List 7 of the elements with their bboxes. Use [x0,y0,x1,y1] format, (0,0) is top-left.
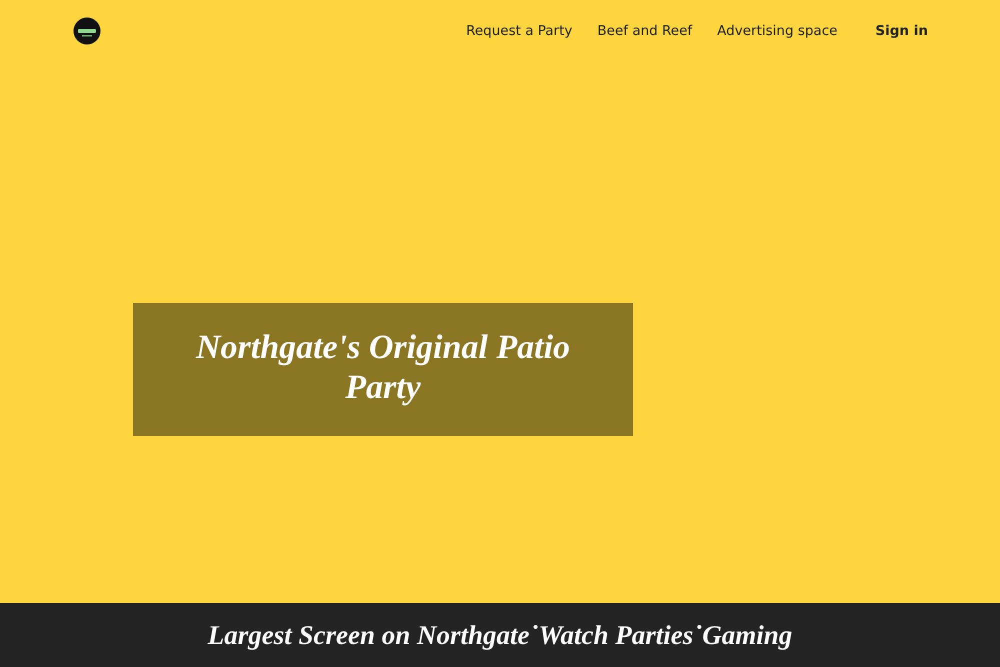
logo-icon[interactable] [73,17,101,45]
nav-link[interactable]: Advertising space [717,23,838,39]
hero-title: Northgate's Original Patio Party [133,303,633,436]
sign-in-link[interactable]: Sign in [875,23,928,39]
banner-text: Largest Screen on Northgate˙Watch Parties˙Gaming [208,619,792,652]
nav-link[interactable]: Beef and Reef [597,23,692,39]
nav-link[interactable]: Request a Party [466,23,572,39]
